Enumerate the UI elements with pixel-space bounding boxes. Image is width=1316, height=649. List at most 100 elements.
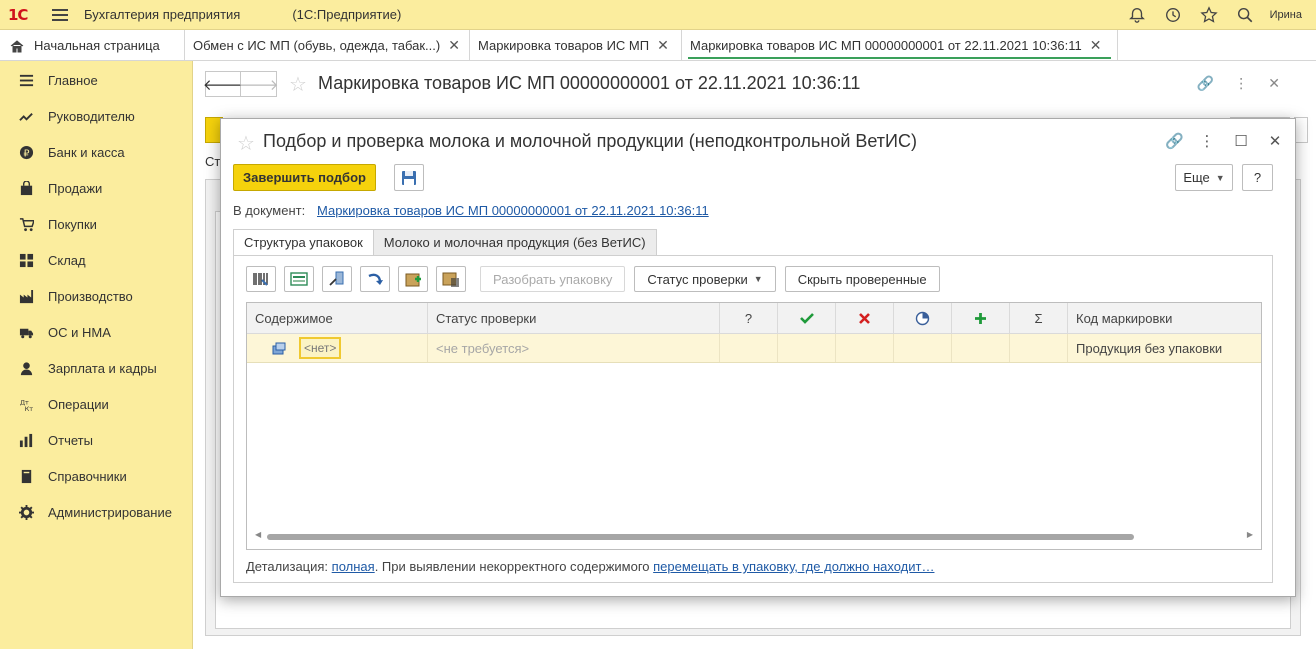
sidebar-item-main[interactable]: Главное [0,62,192,98]
more-vertical-icon[interactable]: ⋮ [1199,132,1215,150]
close-icon[interactable]: ✕ [1268,75,1280,92]
tab-package-structure[interactable]: Структура упаковок [233,229,374,256]
sidebar-item-reports[interactable]: Отчеты [0,422,192,458]
star-icon[interactable] [1199,6,1218,24]
sidebar-item-admin[interactable]: Администрирование [0,494,192,530]
table-row[interactable]: <нет> <не требуется> Продукция без упако… [247,334,1261,363]
hide-checked-button[interactable]: Скрыть проверенные [784,266,940,292]
move-button[interactable] [360,266,390,292]
box-barcode-icon [442,272,459,287]
help-button[interactable]: ? [1242,164,1273,191]
scroll-right-icon[interactable]: ▶ [1247,530,1253,539]
search-icon[interactable] [1236,6,1254,24]
bg-partial-text: Ст [205,154,221,169]
bell-icon[interactable] [1128,6,1146,24]
favorite-star-icon[interactable]: ☆ [289,72,307,97]
pie-clock-icon [915,311,930,325]
document-link[interactable]: Маркировка товаров ИС МП 00000000001 от … [317,203,709,218]
maximize-icon[interactable]: ☐ [1233,132,1249,150]
sidebar-item-salary[interactable]: Зарплата и кадры [0,350,192,386]
sidebar-item-production[interactable]: Производство [0,278,192,314]
scan-barcode-button[interactable] [246,266,276,292]
sidebar-item-label: Склад [48,252,86,268]
top-bar: 1С Бухгалтерия предприятия (1С:Предприят… [0,0,1316,30]
link-icon[interactable]: 🔗 [1165,132,1184,150]
favorite-star-icon[interactable]: ☆ [237,131,255,156]
column-header-code[interactable]: Код маркировки [1068,303,1261,333]
sidebar-item-catalogs[interactable]: Справочники [0,458,192,494]
sidebar-item-bank[interactable]: ₽ Банк и касса [0,134,192,170]
unpack-button[interactable]: Разобрать упаковку [480,266,626,292]
svg-text:Кт: Кт [24,405,33,412]
plus-icon [975,312,986,324]
more-button[interactable]: Еще ▼ [1175,164,1233,191]
select-products-button[interactable] [284,266,314,292]
sidebar-item-label: Производство [48,288,133,304]
menu-icon[interactable] [52,8,68,21]
close-icon[interactable]: ✕ [1090,37,1102,54]
dialog-tabs: Структура упаковок Молоко и молочная про… [233,229,657,256]
column-header-unknown[interactable]: ? [720,303,778,333]
column-header-missing[interactable] [836,303,894,333]
close-icon[interactable]: ✕ [657,37,669,54]
tab-panel: Разобрать упаковку Статус проверки ▼ Скры… [233,255,1273,583]
sidebar-item-label: Зарплата и кадры [48,360,157,376]
sidebar-item-operations[interactable]: Дт Кт Операции [0,386,192,422]
check-status-button[interactable]: Статус проверки ▼ [634,266,776,292]
column-header-total[interactable]: Σ [1010,303,1068,333]
tab-milk-products[interactable]: Молоко и молочная продукция (без ВетИС) [372,229,657,256]
history-icon[interactable] [1164,6,1182,24]
incorrect-content-link[interactable]: перемещать в упаковку, где должно находи… [653,559,934,574]
more-vertical-icon[interactable]: ⋮ [1234,75,1248,92]
shopping-bag-icon [18,180,34,196]
terminal-icon [329,271,344,286]
sidebar-item-manager[interactable]: Руководителю [0,98,192,134]
tab-label: Маркировка товаров ИС МП 00000000001 от … [690,38,1082,53]
column-header-added[interactable] [952,303,1010,333]
column-header-pending[interactable] [894,303,952,333]
cart-icon [18,216,34,232]
list-icon [18,72,34,88]
horizontal-scrollbar[interactable]: ◀ ▶ [255,530,1253,541]
tab-exchange[interactable]: Обмен с ИС МП (обувь, одежда, табак...) … [185,30,470,61]
tab-home[interactable]: Начальная страница [0,30,185,61]
close-icon[interactable]: ✕ [448,37,460,54]
detail-settings-line: Детализация: полная. При выявлении некор… [246,559,934,574]
sidebar-item-assets[interactable]: ОС и НМА [0,314,192,350]
cell-content[interactable]: <нет> [247,334,428,362]
load-from-tsd-button[interactable] [322,266,352,292]
sidebar-item-label: Операции [48,396,109,412]
sidebar-item-label: Банк и касса [48,144,125,160]
home-icon [10,39,24,52]
sidebar-item-label: Покупки [48,216,97,232]
sidebar-item-sales[interactable]: Продажи [0,170,192,206]
link-icon[interactable]: 🔗 [1197,75,1214,92]
barcode-icon [253,273,268,286]
back-button[interactable]: 🡐 [203,71,243,97]
bg-toolbar-button[interactable] [1294,117,1308,143]
tab-marking-document[interactable]: Маркировка товаров ИС МП 00000000001 от … [682,30,1118,61]
package-barcode-button[interactable] [436,266,466,292]
forward-button[interactable]: 🡒 [238,71,279,97]
person-icon [18,360,34,376]
content-value[interactable]: <нет> [299,337,342,359]
cell-status: <не требуется> [428,334,720,362]
scrollbar-thumb[interactable] [267,534,1134,540]
column-header-status[interactable]: Статус проверки [428,303,720,333]
add-package-button[interactable] [398,266,428,292]
column-header-checked[interactable] [778,303,836,333]
factory-icon [18,288,34,304]
close-icon[interactable]: ✕ [1267,132,1283,150]
finish-selection-button[interactable]: Завершить подбор [233,164,376,191]
sidebar-item-purchases[interactable]: Покупки [0,206,192,242]
tab-marking-list[interactable]: Маркировка товаров ИС МП ✕ [470,30,682,61]
sidebar-item-warehouse[interactable]: Склад [0,242,192,278]
cell-checked [778,334,836,362]
save-button[interactable] [394,164,424,191]
column-header-content[interactable]: Содержимое [247,303,428,333]
user-name[interactable]: Ирина [1270,9,1302,21]
detail-level-link[interactable]: полная [332,559,375,574]
app-title: Бухгалтерия предприятия [84,7,241,22]
scroll-left-icon[interactable]: ◀ [255,530,261,539]
app-logo: 1С [8,5,28,24]
